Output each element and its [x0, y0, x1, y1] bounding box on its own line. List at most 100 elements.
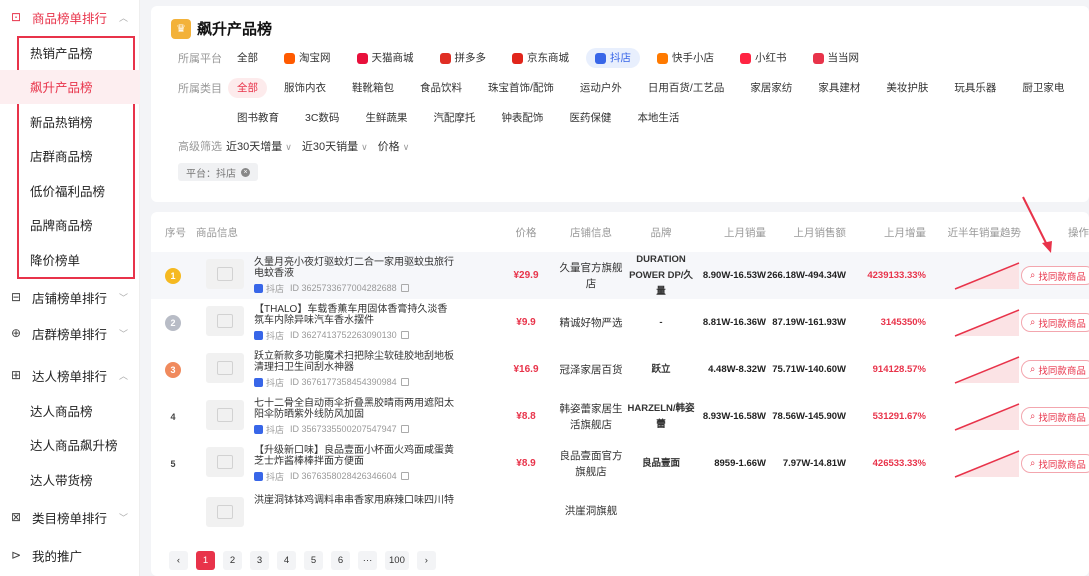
category-chip[interactable]: 玩具乐器	[945, 78, 1005, 98]
category-chip[interactable]: 医药保健	[560, 108, 620, 128]
copy-icon[interactable]	[400, 425, 409, 433]
category-chip[interactable]: 生鲜蔬果	[356, 108, 416, 128]
sidebar-section-promotion[interactable]: ⊳ 我的推广	[0, 538, 140, 572]
header-volume[interactable]: 上月销量	[696, 225, 766, 240]
copy-icon[interactable]	[400, 331, 409, 339]
copy-icon[interactable]	[400, 284, 409, 292]
category-chip[interactable]: 汽配摩托	[424, 108, 484, 128]
product-title[interactable]: 跃立新款多功能魔术扫把除尘软硅胶地刮地板清理扫卫生间刮水神器	[254, 351, 454, 374]
page-number[interactable]: 4	[277, 551, 296, 570]
table-row[interactable]: 1 久量月亮小夜灯驱蚊灯二合一家用驱蚊虫旅行电蚊香液 抖店 ID 3625733…	[151, 252, 1089, 299]
product-thumbnail[interactable]	[206, 399, 244, 430]
header-increase[interactable]: 上月增量	[846, 225, 926, 240]
sidebar-item-hot-products[interactable]: 热销产品榜	[0, 35, 140, 70]
cell-price: ¥29.9	[513, 270, 539, 281]
category-chip[interactable]: 服饰内衣	[275, 78, 335, 98]
active-filter-tag[interactable]: 平台：抖店 ×	[178, 163, 258, 181]
page-number[interactable]: 2	[223, 551, 242, 570]
category-chip[interactable]: 珠宝首饰/配饰	[479, 78, 563, 98]
platform-chip-tmall[interactable]: 天猫商城	[348, 48, 423, 68]
page-number[interactable]: 100	[385, 551, 409, 570]
product-thumbnail[interactable]	[206, 258, 244, 289]
sidebar-item-talent-goods[interactable]: 达人商品榜	[0, 393, 140, 428]
product-thumbnail[interactable]	[206, 352, 244, 383]
cell-shop[interactable]: 冠泽家居百货	[556, 362, 626, 378]
sidebar-item-rising-products[interactable]: 飙升产品榜	[0, 69, 140, 104]
table-row[interactable]: 3 跃立新款多功能魔术扫把除尘软硅胶地刮地板清理扫卫生间刮水神器 抖店 ID 3…	[151, 346, 1089, 393]
find-same-product-button[interactable]: ⌕ 找同款商品	[1021, 360, 1089, 379]
header-amount[interactable]: 上月销售额	[766, 225, 847, 240]
page-number[interactable]: 6	[331, 551, 350, 570]
page-number[interactable]: 1	[196, 551, 215, 570]
sidebar-section-shop-group[interactable]: ⊕ 店群榜单排行 ﹀	[0, 316, 140, 350]
platform-chip-dangdang[interactable]: 当当网	[804, 48, 869, 68]
page-number[interactable]: 3	[250, 551, 269, 570]
cell-shop[interactable]: 精诚好物严选	[556, 315, 626, 331]
cell-shop[interactable]: 洪崖洞旗舰	[556, 503, 626, 519]
page-number[interactable]: 5	[304, 551, 323, 570]
cell-volume: 8.90W-16.53W	[702, 269, 766, 281]
next-page-icon[interactable]: ›	[416, 551, 436, 570]
category-chip[interactable]: 本地生活	[628, 108, 688, 128]
cell-shop[interactable]: 韩姿蕾家居生活旗舰店	[556, 401, 626, 433]
platform-chip-jd[interactable]: 京东商城	[503, 48, 578, 68]
category-chip[interactable]: 3C数码	[296, 108, 348, 128]
table-row[interactable]: 5 【升级新口味】良品壹面小杯面火鸡面咸蛋黄芝士炸酱棒棒拌面方便面 抖店 ID …	[151, 440, 1089, 487]
page-number[interactable]: ···	[358, 551, 377, 570]
product-title[interactable]: 七十二骨全自动雨伞折叠黑胶晴雨两用遮阳太阳伞防晒紫外线防风加固	[254, 398, 454, 421]
product-title[interactable]: 【升级新口味】良品壹面小杯面火鸡面咸蛋黄芝士炸酱棒棒拌面方便面	[254, 445, 454, 468]
close-icon[interactable]: ×	[241, 167, 250, 177]
category-chip[interactable]: 食品饮料	[411, 78, 471, 98]
product-title[interactable]: 【THALO】车载香薰车用固体香膏持久淡香氛车内除异味汽车香水摆件	[254, 304, 454, 327]
chip-label: 快手小店	[672, 52, 714, 64]
platform-chip-xiaohongshu[interactable]: 小红书	[731, 48, 796, 68]
cell-shop[interactable]: 良品壹面官方旗舰店	[556, 448, 626, 480]
table-row[interactable]: 洪崖洞钵钵鸡调料串串香家用麻辣口味四川特 洪崖洞旗舰	[151, 487, 1089, 534]
prev-page-icon[interactable]: ‹	[169, 551, 188, 570]
sidebar-section-category[interactable]: ⊠ 类目榜单排行 ﹀	[0, 500, 140, 534]
copy-icon[interactable]	[400, 472, 409, 480]
sidebar-item-shop-group-goods[interactable]: 店群商品榜	[0, 139, 140, 174]
sidebar-item-talent-sales[interactable]: 达人带货榜	[0, 462, 140, 497]
category-chip[interactable]: 钟表配饰	[492, 108, 552, 128]
platform-chip-kuaishou[interactable]: 快手小店	[648, 48, 723, 68]
category-chip[interactable]: 厨卫家电	[1013, 78, 1073, 98]
sidebar-item-new-hot[interactable]: 新品热销榜	[0, 104, 140, 139]
product-thumbnail[interactable]	[206, 496, 244, 527]
sidebar-section-shop[interactable]: ⊟ 店铺榜单排行 ﹀	[0, 280, 140, 314]
filter-dropdown-30day-increase[interactable]: 近30天增量 ∨	[226, 138, 292, 154]
table-row[interactable]: 2 【THALO】车载香薰车用固体香膏持久淡香氛车内除异味汽车香水摆件 抖店 I…	[151, 299, 1089, 346]
platform-chip-all[interactable]: 全部	[228, 48, 267, 68]
product-title[interactable]: 久量月亮小夜灯驱蚊灯二合一家用驱蚊虫旅行电蚊香液	[254, 257, 454, 280]
cell-shop[interactable]: 久量官方旗舰店	[556, 260, 626, 292]
platform-chip-douyin[interactable]: 抖店	[586, 48, 640, 68]
find-same-product-button[interactable]: ⌕ 找同款商品	[1021, 407, 1089, 426]
category-chip[interactable]: 日用百货/工艺品	[639, 78, 733, 98]
sidebar-section-talent[interactable]: ⊞ 达人榜单排行 ︿	[0, 358, 140, 392]
platform-chip-pinduoduo[interactable]: 拼多多	[431, 48, 496, 68]
category-chip[interactable]: 家具建材	[809, 78, 869, 98]
header-price[interactable]: 价格	[496, 225, 556, 240]
sidebar-section-goods[interactable]: ⊡ 商品榜单排行 ︿	[0, 0, 140, 34]
category-chip[interactable]: 运动户外	[571, 78, 631, 98]
copy-icon[interactable]	[400, 378, 409, 386]
category-chip[interactable]: 家居家纺	[741, 78, 801, 98]
sidebar-item-price-drop[interactable]: 降价榜单	[0, 242, 140, 277]
filter-dropdown-30day-sales[interactable]: 近30天销量 ∨	[302, 138, 368, 154]
category-chip[interactable]: 全部	[228, 78, 267, 98]
category-chip[interactable]: 美妆护肤	[877, 78, 937, 98]
sidebar-item-talent-rising[interactable]: 达人商品飙升榜	[0, 428, 140, 463]
category-chip[interactable]: 图书教育	[228, 108, 288, 128]
filter-dropdown-price[interactable]: 价格 ∨	[378, 138, 410, 154]
sidebar-item-brand-goods[interactable]: 品牌商品榜	[0, 208, 140, 243]
category-chip[interactable]: 鞋靴箱包	[343, 78, 403, 98]
find-same-product-button[interactable]: ⌕ 找同款商品	[1021, 313, 1089, 332]
find-same-product-button[interactable]: ⌕ 找同款商品	[1021, 266, 1089, 285]
table-row[interactable]: 4 七十二骨全自动雨伞折叠黑胶晴雨两用遮阳太阳伞防晒紫外线防风加固 抖店 ID …	[151, 393, 1089, 440]
product-thumbnail[interactable]	[206, 305, 244, 336]
product-thumbnail[interactable]	[206, 446, 244, 477]
find-same-product-button[interactable]: ⌕ 找同款商品	[1021, 454, 1089, 473]
product-title[interactable]: 洪崖洞钵钵鸡调料串串香家用麻辣口味四川特	[254, 495, 454, 507]
sidebar-item-low-price[interactable]: 低价福利品榜	[0, 173, 140, 208]
platform-chip-taobao[interactable]: 淘宝网	[275, 48, 340, 68]
